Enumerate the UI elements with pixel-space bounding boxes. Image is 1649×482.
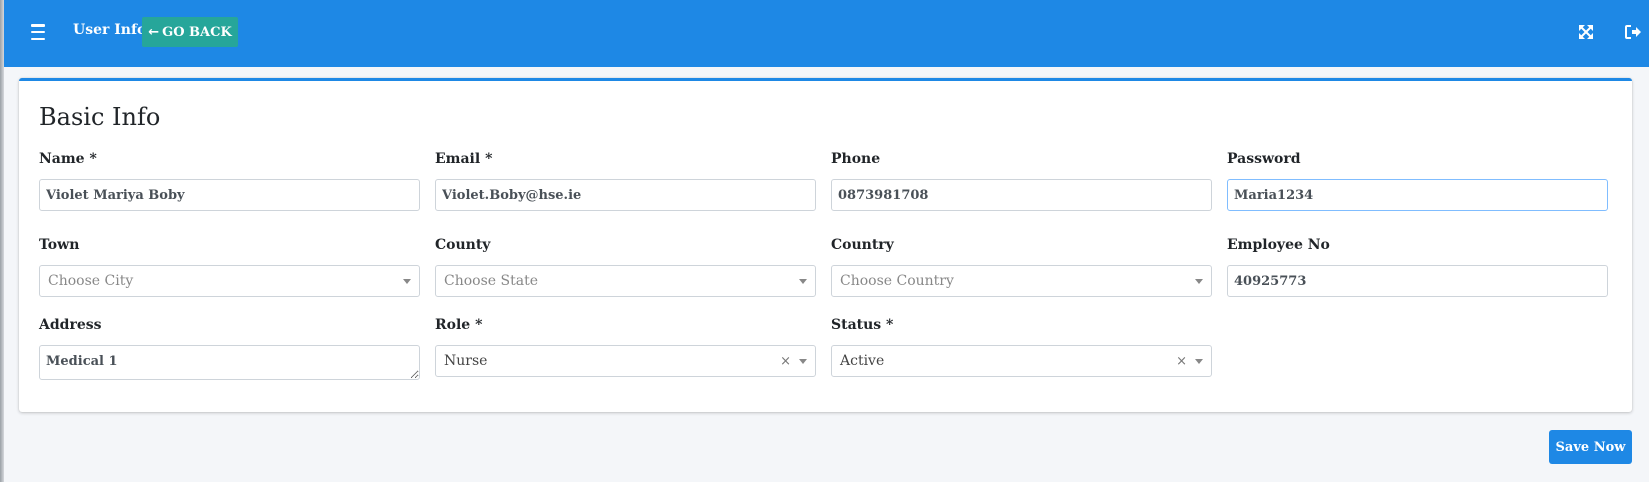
county-select[interactable]: Choose State xyxy=(435,265,816,297)
page-title: User Info xyxy=(73,22,147,38)
town-select[interactable]: Choose City xyxy=(39,265,420,297)
clear-icon[interactable]: × xyxy=(1176,354,1187,369)
basic-info-card: Basic Info Name * Email * Phone Password… xyxy=(19,78,1632,412)
password-input[interactable] xyxy=(1227,179,1608,211)
email-label: Email * xyxy=(435,151,493,167)
address-textarea[interactable]: Medical 1 xyxy=(39,345,420,380)
status-label: Status * xyxy=(831,317,894,333)
country-placeholder: Choose Country xyxy=(840,273,954,289)
address-label: Address xyxy=(39,317,102,333)
county-placeholder: Choose State xyxy=(444,273,538,289)
chevron-down-icon xyxy=(1195,358,1203,364)
window-edge xyxy=(0,0,4,482)
chevron-down-icon xyxy=(1195,278,1203,284)
status-value: Active xyxy=(840,353,885,369)
arrow-left-icon: ← xyxy=(148,24,160,40)
county-label: County xyxy=(435,237,491,253)
password-label: Password xyxy=(1227,151,1301,167)
go-back-button[interactable]: ← GO BACK xyxy=(142,17,238,47)
clear-icon[interactable]: × xyxy=(780,354,791,369)
save-now-button[interactable]: Save Now xyxy=(1549,430,1632,464)
email-input[interactable] xyxy=(435,179,816,211)
chevron-down-icon xyxy=(799,278,807,284)
employee-no-label: Employee No xyxy=(1227,237,1330,253)
phone-input[interactable] xyxy=(831,179,1212,211)
status-select[interactable]: Active × xyxy=(831,345,1212,377)
employee-no-input[interactable] xyxy=(1227,265,1608,297)
name-input[interactable] xyxy=(39,179,420,211)
role-label: Role * xyxy=(435,317,483,333)
country-select[interactable]: Choose Country xyxy=(831,265,1212,297)
top-navbar: User Info ← GO BACK xyxy=(4,0,1649,67)
role-select[interactable]: Nurse × xyxy=(435,345,816,377)
role-value: Nurse xyxy=(444,353,488,369)
card-title: Basic Info xyxy=(39,103,161,131)
go-back-label: GO BACK xyxy=(162,24,232,40)
chevron-down-icon xyxy=(403,278,411,284)
logout-icon[interactable] xyxy=(1623,22,1643,42)
town-label: Town xyxy=(39,237,80,253)
country-label: Country xyxy=(831,237,894,253)
town-placeholder: Choose City xyxy=(48,273,134,289)
fullscreen-icon[interactable] xyxy=(1576,22,1596,42)
phone-label: Phone xyxy=(831,151,881,167)
name-label: Name * xyxy=(39,151,97,167)
chevron-down-icon xyxy=(799,358,807,364)
menu-icon[interactable] xyxy=(25,22,51,42)
